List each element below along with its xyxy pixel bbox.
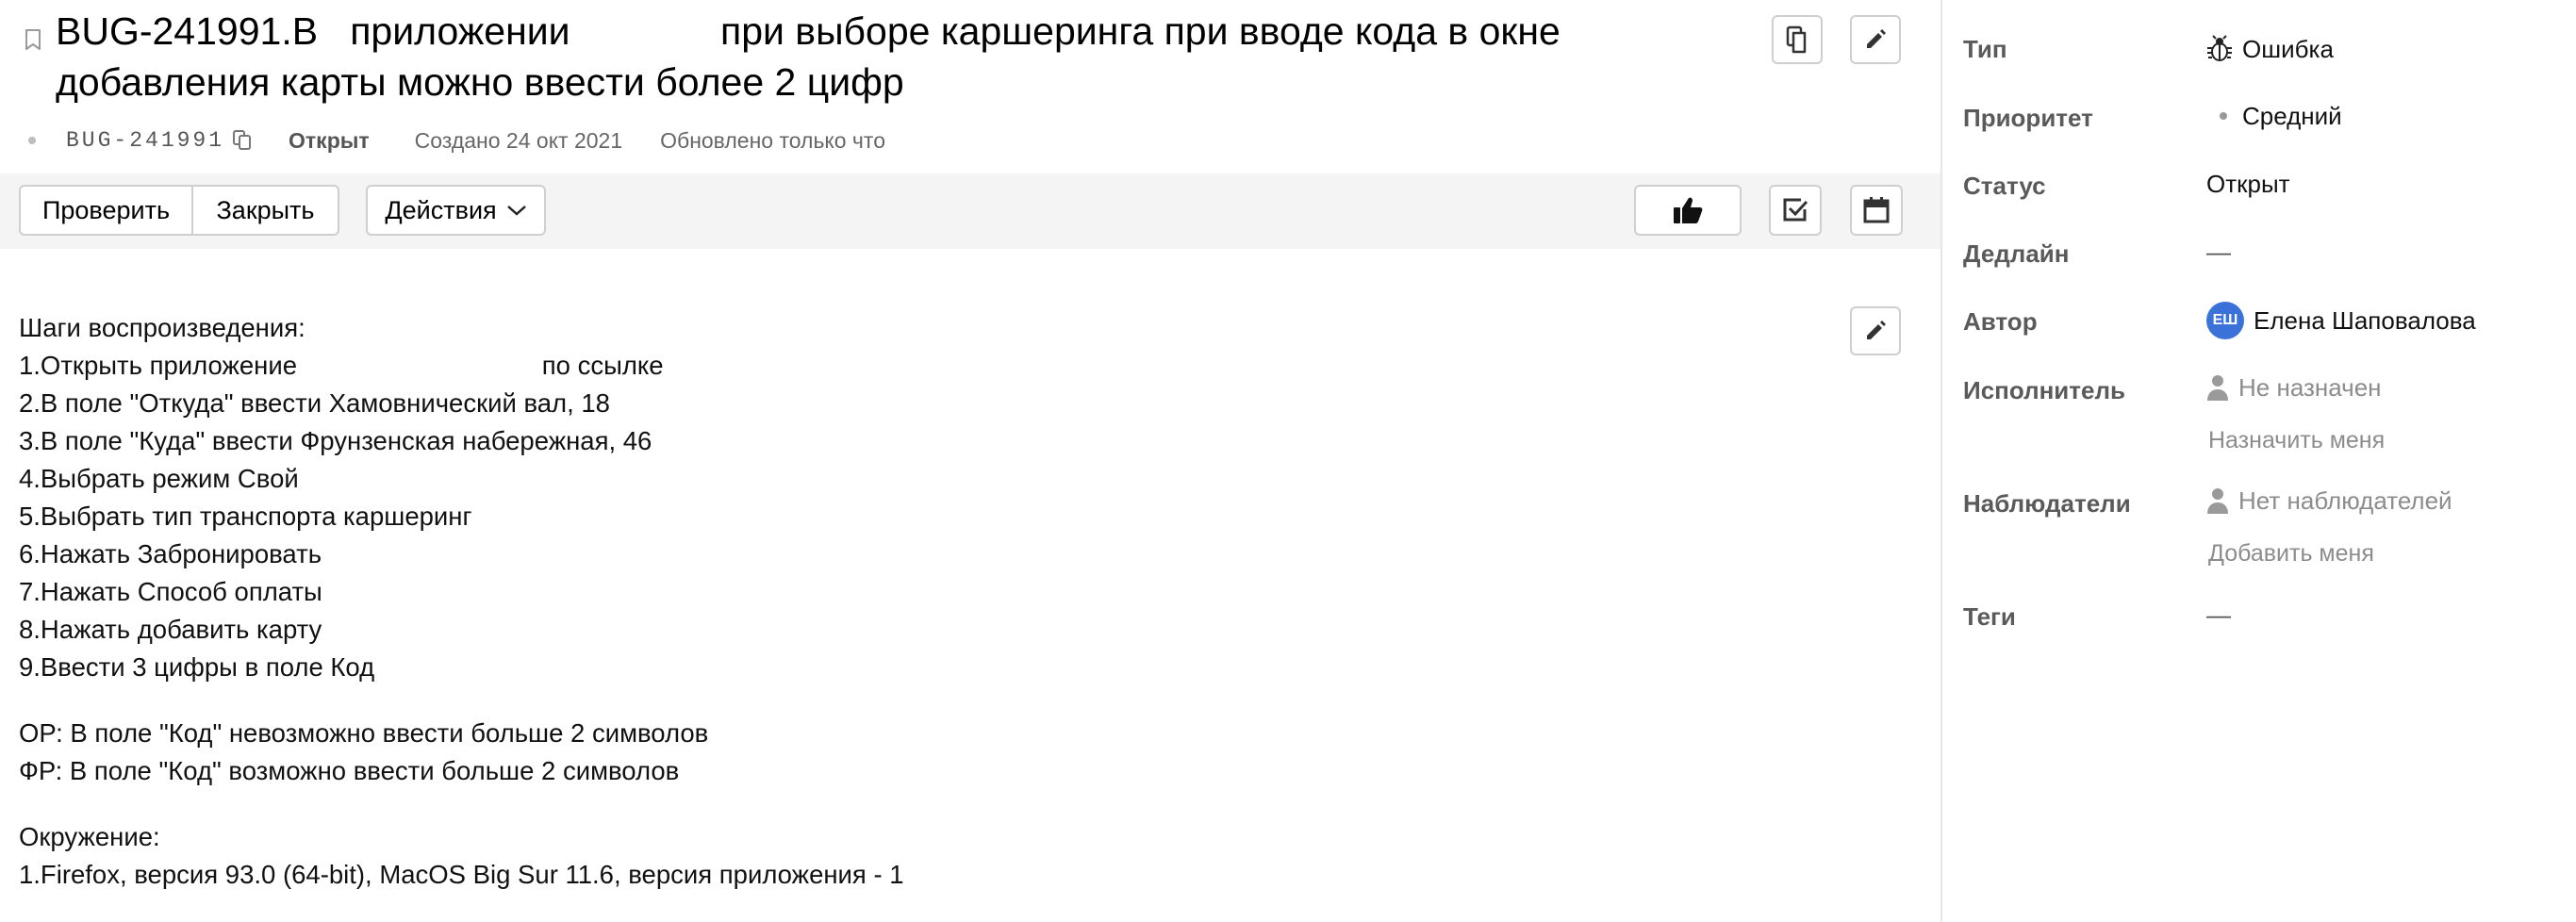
environment-line: 1.Firefox, версия 93.0 (64-bit), MacOS B… — [19, 860, 904, 889]
author-value[interactable]: ЕШ Елена Шаповалова — [2206, 302, 2476, 339]
person-icon — [2206, 373, 2229, 402]
created-date: Создано 24 окт 2021 — [414, 127, 623, 153]
updated-date: Обновлено только что — [660, 127, 885, 153]
step-item: 3.В поле "Куда" ввести Фрунзенская набер… — [19, 426, 652, 455]
watchers-text: Нет наблюдателей — [2238, 486, 2452, 515]
checkbox-icon — [1781, 196, 1809, 224]
environment-heading: Окружение: — [19, 822, 160, 851]
check-button[interactable]: Проверить — [19, 185, 193, 236]
step-item: 6.Нажать Забронировать — [19, 539, 322, 568]
edit-description-button[interactable] — [1850, 306, 1901, 355]
assignee-label: Исполнитель — [1963, 376, 2125, 404]
step-item: 4.Выбрать режим Свой — [19, 464, 299, 493]
watchers-value[interactable]: Нет наблюдателей — [2206, 484, 2452, 518]
meta-dot — [28, 137, 36, 144]
like-button[interactable] — [1634, 185, 1742, 236]
deadline-label: Дедлайн — [1963, 239, 2070, 268]
thumbs-up-icon — [1672, 195, 1704, 225]
issue-main-panel: BUG-241991.В приложении при выборе карше… — [0, 0, 1940, 922]
issue-title: BUG-241991.В приложении при выборе карше… — [56, 9, 1572, 104]
step-item: 1.Открыть приложение по ссылке — [19, 351, 664, 380]
status-value[interactable]: Открыт — [2206, 167, 2290, 201]
issue-sidebar: Тип Ошибка Приоритет Средний Статус Откр… — [1942, 0, 2576, 922]
priority-text: Средний — [2242, 102, 2342, 130]
add-me-link[interactable]: Добавить меня — [2208, 536, 2374, 570]
issue-description: Шаги воспроизведения: 1.Открыть приложен… — [19, 309, 1792, 894]
deadline-value[interactable]: — — [2206, 235, 2231, 269]
close-button[interactable]: Закрыть — [191, 185, 339, 236]
step-item: 2.В поле "Откуда" ввести Хамовнический в… — [19, 388, 610, 418]
priority-label: Приоритет — [1963, 104, 2093, 132]
checklist-button[interactable] — [1769, 185, 1822, 236]
pencil-icon — [1863, 27, 1888, 52]
author-label: Автор — [1963, 307, 2038, 336]
issue-key: BUG-241991 — [66, 128, 225, 153]
priority-dot — [2220, 112, 2227, 120]
pencil-icon — [1863, 319, 1888, 343]
calendar-icon — [1862, 196, 1891, 224]
tags-label: Теги — [1963, 602, 2016, 631]
actual-result: ФР: В поле "Код" возможно ввести больше … — [19, 756, 680, 785]
copy-icon[interactable] — [232, 129, 253, 152]
assignee-text: Не назначен — [2238, 373, 2382, 402]
assignee-value[interactable]: Не назначен — [2206, 370, 2382, 404]
type-value[interactable]: Ошибка — [2206, 32, 2334, 66]
tags-value[interactable]: — — [2206, 598, 2231, 632]
chevron-down-icon — [497, 204, 527, 217]
copy-link-button[interactable] — [1772, 15, 1823, 64]
issue-toolbar: Проверить Закрыть Действия — [0, 173, 1940, 249]
type-label: Тип — [1963, 35, 2007, 63]
bookmark-icon[interactable] — [25, 28, 41, 51]
step-item: 9.Ввести 3 цифры в поле Код — [19, 652, 375, 682]
steps-heading: Шаги воспроизведения: — [19, 313, 305, 342]
actions-button[interactable]: Действия — [366, 185, 546, 236]
edit-title-button[interactable] — [1850, 15, 1901, 64]
type-text: Ошибка — [2242, 35, 2334, 63]
avatar: ЕШ — [2206, 302, 2244, 339]
bug-icon — [2206, 35, 2233, 63]
priority-value[interactable]: Средний — [2206, 99, 2342, 133]
step-item: 8.Нажать добавить карту — [19, 615, 322, 644]
step-item: 5.Выбрать тип транспорта каршеринг — [19, 502, 472, 531]
step-item: 7.Нажать Способ оплаты — [19, 577, 322, 606]
actions-label: Действия — [385, 195, 497, 224]
person-icon — [2206, 486, 2229, 515]
issue-meta-row: BUG-241991 Открыт Создано 24 окт 2021 Об… — [28, 126, 885, 155]
author-name: Елена Шаповалова — [2254, 306, 2476, 335]
assign-me-link[interactable]: Назначить меня — [2208, 423, 2385, 457]
status-badge: Открыт — [289, 127, 370, 153]
copy-icon — [1785, 25, 1809, 54]
status-label: Статус — [1963, 172, 2046, 200]
calendar-button[interactable] — [1850, 185, 1903, 236]
watchers-label: Наблюдатели — [1963, 489, 2131, 518]
expected-result: ОР: В поле "Код" невозможно ввести больш… — [19, 718, 709, 748]
